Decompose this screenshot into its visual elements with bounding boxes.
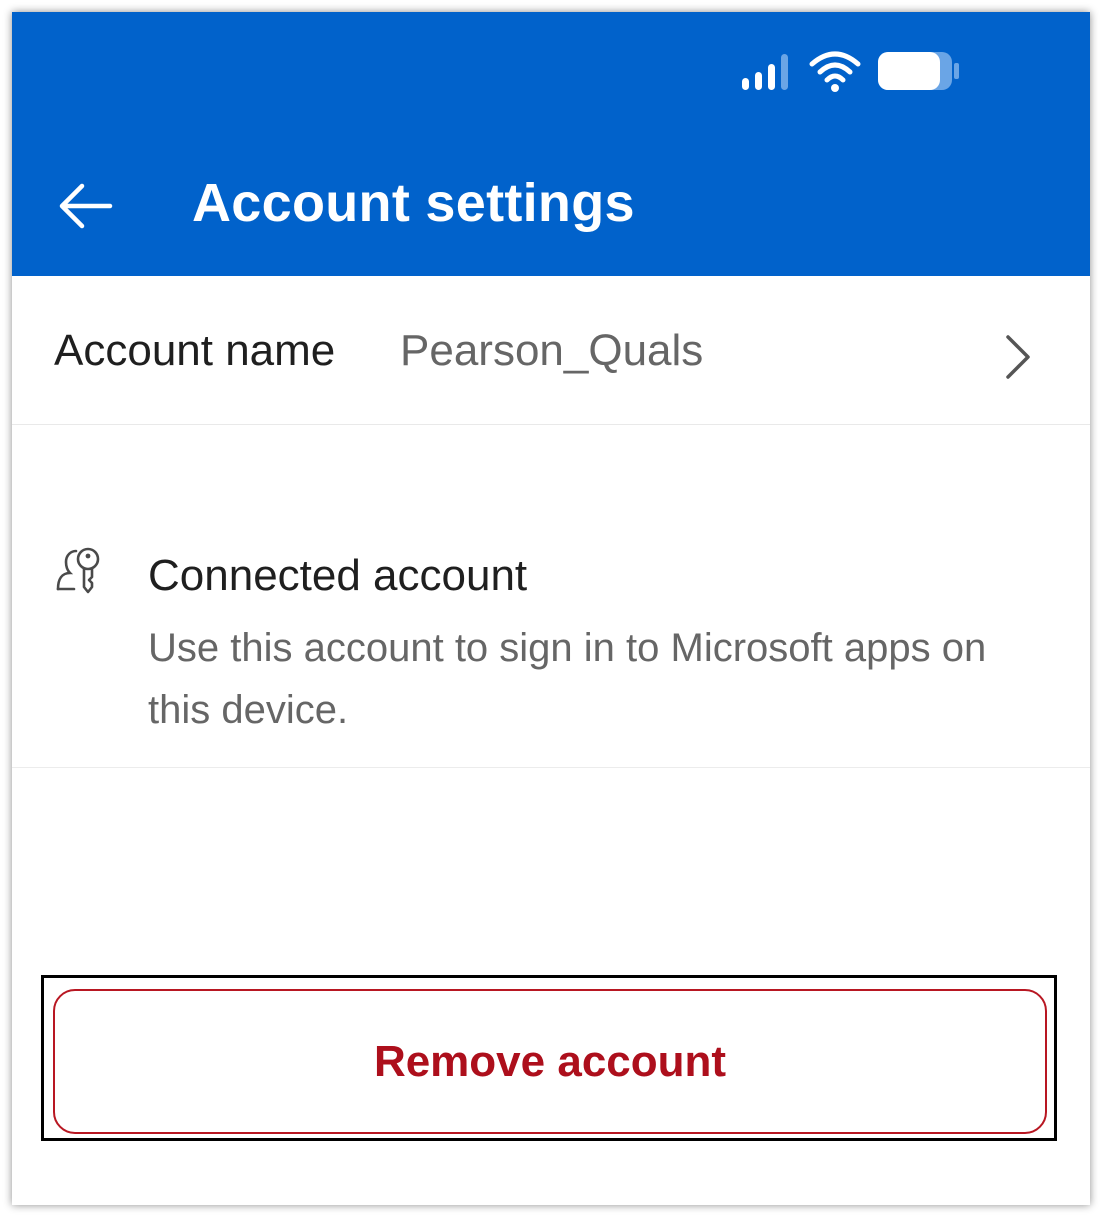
arrow-left-icon — [59, 183, 113, 229]
connected-account-title: Connected account — [148, 551, 528, 600]
connected-account-description: Use this account to sign in to Microsoft… — [148, 626, 987, 732]
app-header: Account settings — [12, 12, 1090, 276]
page-title: Account settings — [192, 173, 635, 233]
remove-account-button[interactable]: Remove account — [53, 989, 1047, 1134]
remove-account-label: Remove account — [373, 1036, 727, 1086]
wifi-icon — [809, 51, 861, 92]
signal-icon — [742, 54, 788, 90]
account-name-row[interactable]: Account name Pearson_Quals — [12, 276, 1090, 425]
connected-account-row: Connected account Use this account to si… — [12, 425, 1090, 768]
battery-icon — [878, 52, 959, 90]
chevron-right-icon — [1006, 335, 1030, 379]
account-name-value: Pearson_Quals — [400, 326, 704, 375]
app-screen: Account settings Account name Pearson_Qu… — [12, 12, 1090, 1205]
back-button[interactable] — [54, 178, 118, 234]
person-key-icon — [56, 547, 100, 594]
account-name-label: Account name — [54, 326, 336, 375]
